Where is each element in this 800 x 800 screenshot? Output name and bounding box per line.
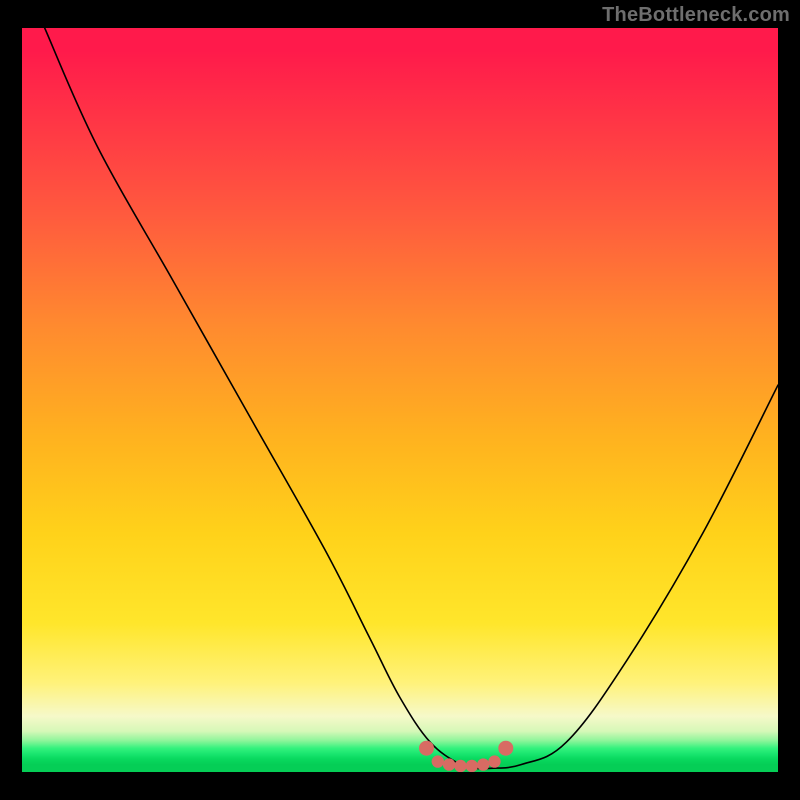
marker-dot <box>466 760 478 772</box>
marker-dot <box>443 758 455 770</box>
chart-frame: TheBottleneck.com <box>0 0 800 800</box>
bottleneck-curve <box>45 28 778 769</box>
plot-area <box>22 28 778 772</box>
marker-dot <box>498 741 513 756</box>
marker-dot <box>419 741 434 756</box>
marker-dot <box>454 760 466 772</box>
watermark-text: TheBottleneck.com <box>602 4 790 27</box>
marker-dot <box>432 755 444 767</box>
marker-dot <box>477 758 489 770</box>
marker-dot <box>488 755 500 767</box>
curve-layer <box>22 28 778 772</box>
